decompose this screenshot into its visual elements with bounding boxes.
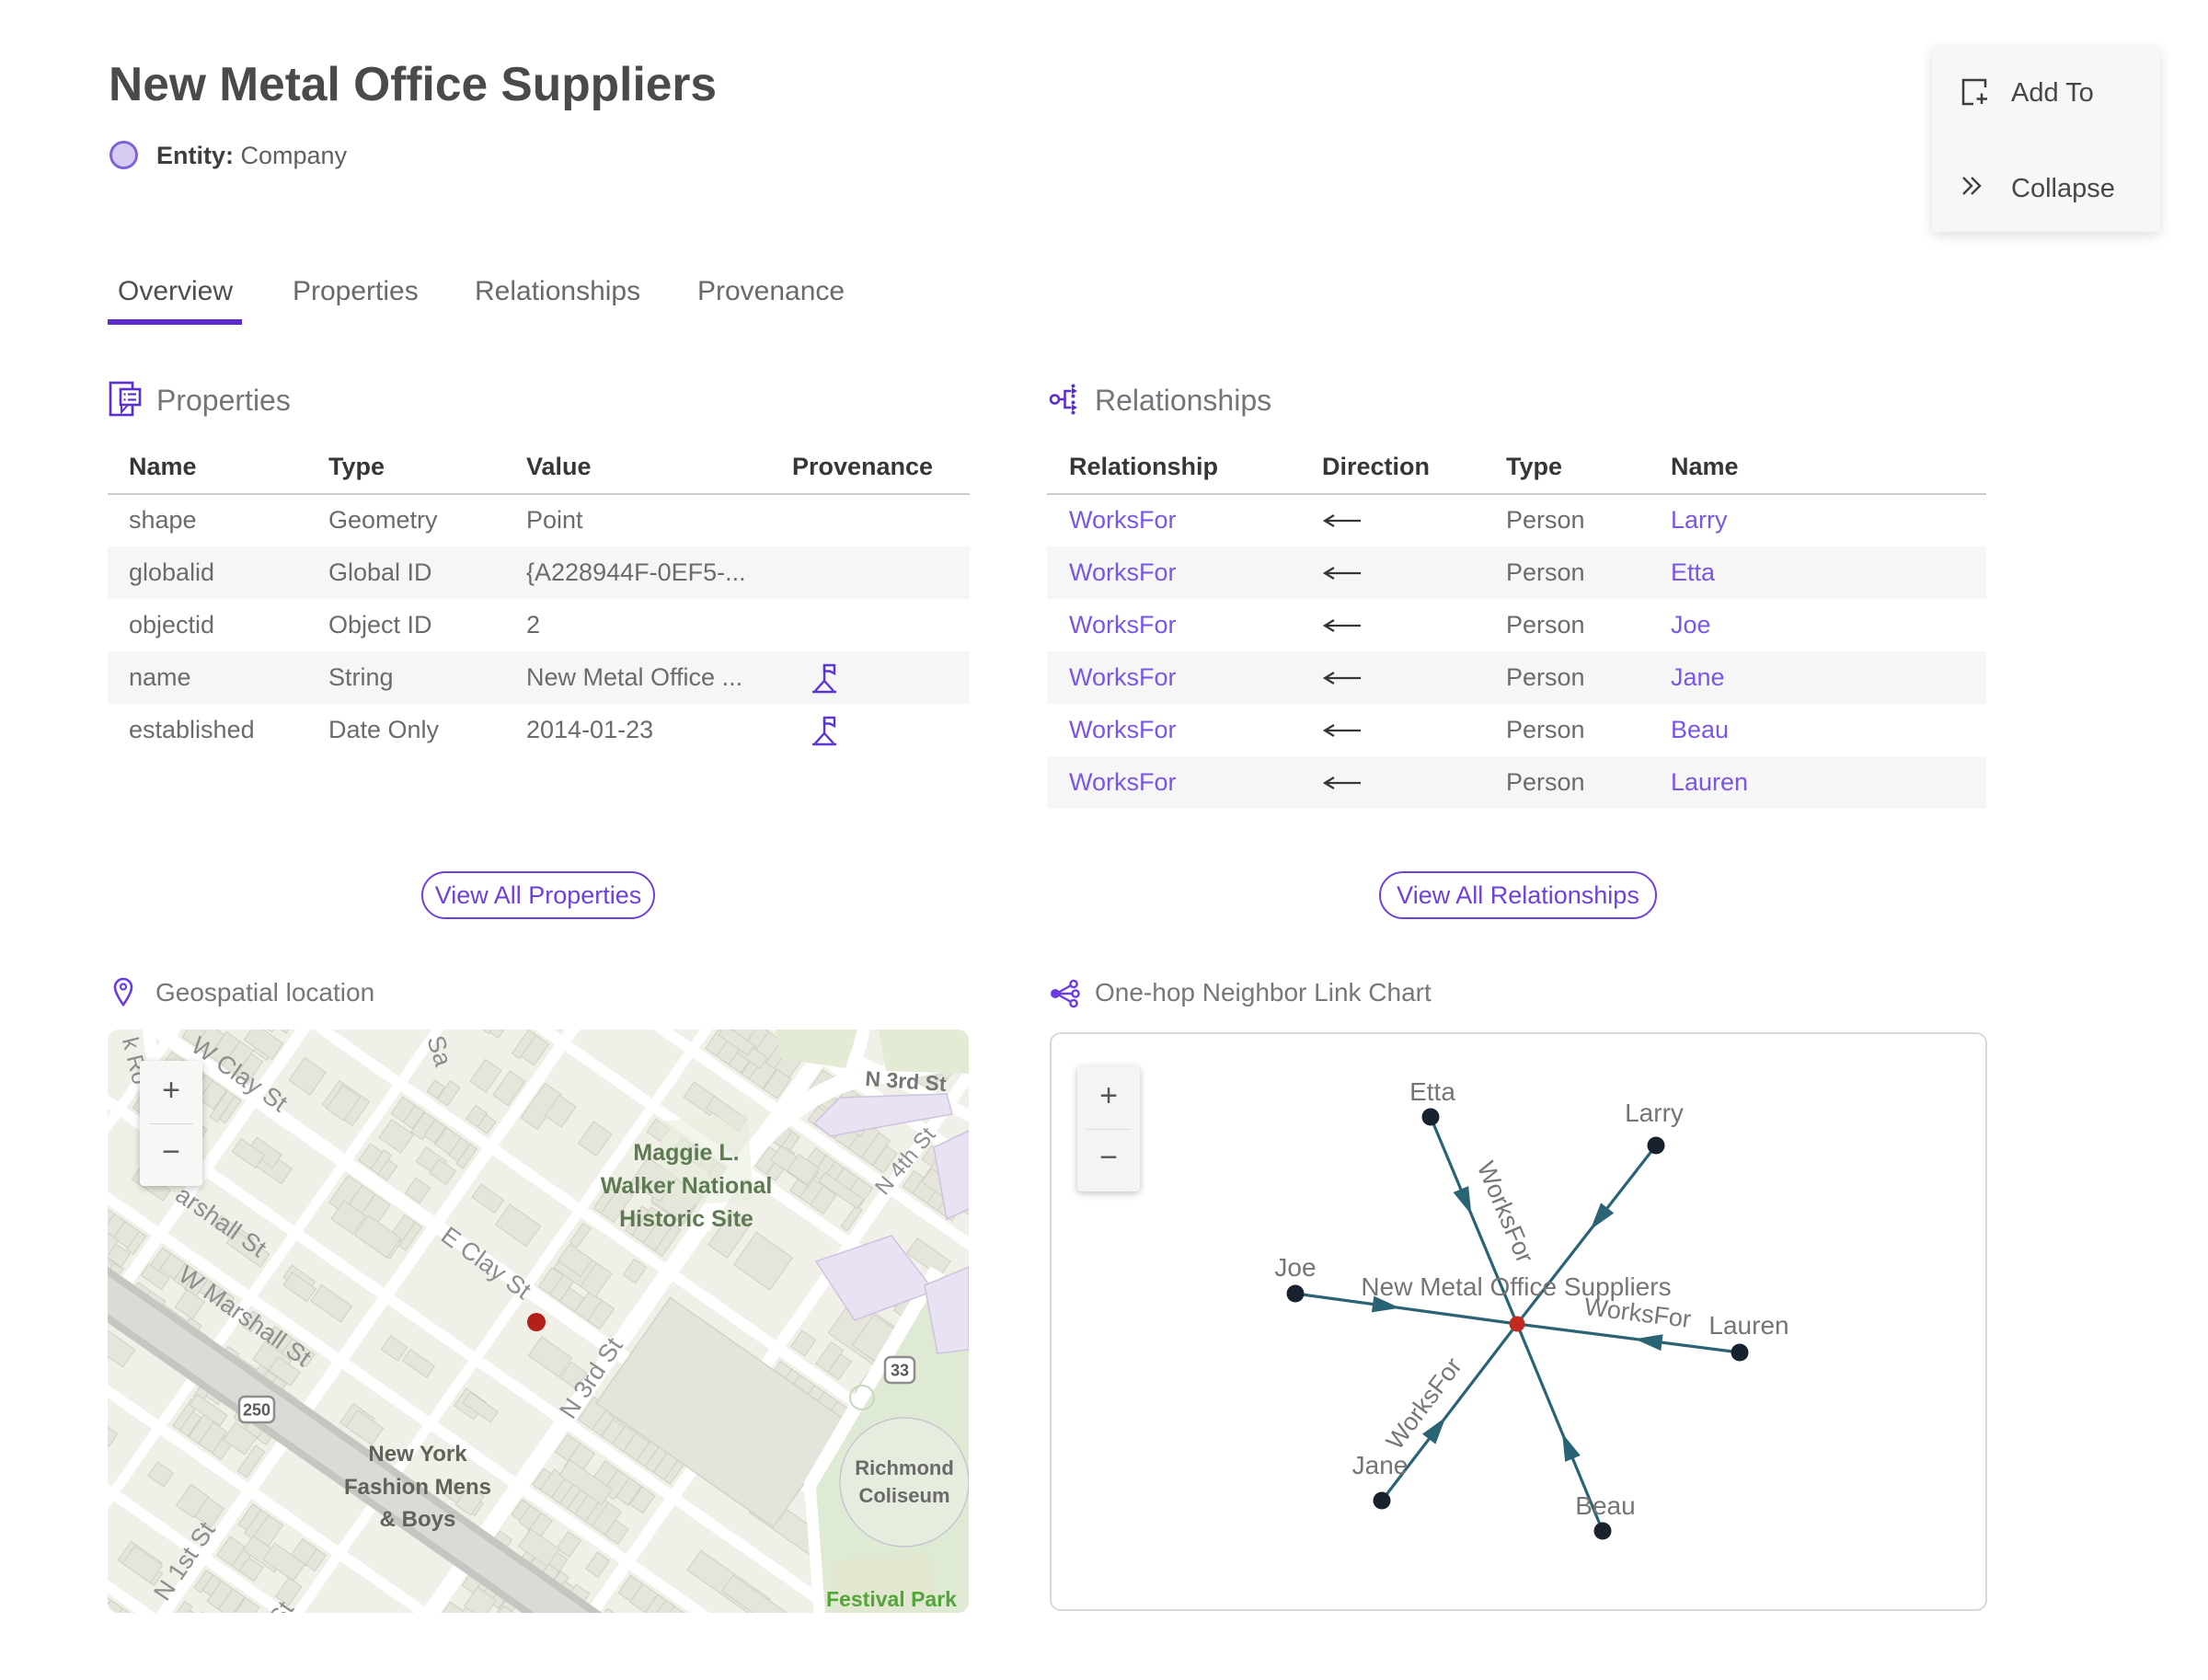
svg-text:Walker National: Walker National	[601, 1173, 773, 1199]
svg-text:Historic Site: Historic Site	[619, 1206, 753, 1232]
svg-text:WorksFor: WorksFor	[1582, 1293, 1692, 1333]
svg-text:Maggie L.: Maggie L.	[633, 1140, 739, 1166]
svg-text:Jane: Jane	[1352, 1451, 1409, 1479]
svg-text:250: 250	[243, 1401, 270, 1420]
svg-text:Coliseum: Coliseum	[858, 1484, 949, 1507]
svg-text:& Boys: & Boys	[380, 1507, 456, 1532]
svg-text:Lauren: Lauren	[1708, 1311, 1788, 1340]
svg-text:Festival Park: Festival Park	[826, 1587, 957, 1611]
svg-text:Beau: Beau	[1575, 1491, 1635, 1520]
svg-text:Etta: Etta	[1409, 1077, 1455, 1106]
svg-text:Joe: Joe	[1274, 1253, 1316, 1282]
svg-text:Larry: Larry	[1625, 1099, 1684, 1127]
svg-text:WorksFor: WorksFor	[1472, 1157, 1539, 1267]
svg-text:Richmond: Richmond	[855, 1456, 954, 1479]
svg-text:33: 33	[891, 1362, 909, 1380]
svg-text:New York: New York	[368, 1442, 467, 1467]
svg-text:Fashion Mens: Fashion Mens	[344, 1475, 491, 1500]
